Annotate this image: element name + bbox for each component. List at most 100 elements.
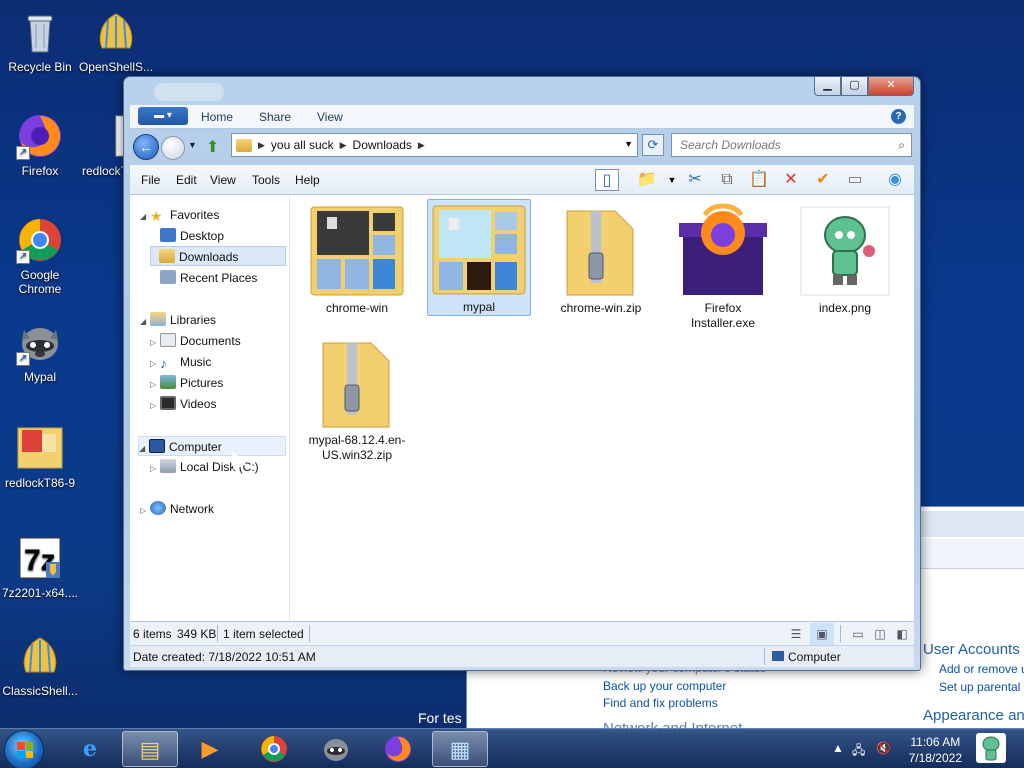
file-item-index-png[interactable]: index.png: [793, 201, 897, 316]
breadcrumb-separator-icon[interactable]: ▶: [258, 140, 265, 151]
back-button[interactable]: ←: [133, 134, 159, 160]
taskbar-internet-explorer[interactable]: e: [62, 731, 118, 767]
refresh-button[interactable]: ⟳: [642, 134, 664, 156]
classic-shell-icon[interactable]: ◉: [883, 169, 907, 191]
address-dropdown-icon[interactable]: ▼: [624, 139, 633, 149]
layout-details-pane-icon[interactable]: ◧: [890, 623, 914, 645]
app-menu-button[interactable]: ▬ ▾: [138, 107, 188, 125]
taskbar-chrome[interactable]: [246, 731, 302, 767]
cp-link-add-remove-users[interactable]: Add or remove u: [939, 662, 1024, 676]
file-item-mypal[interactable]: mypal: [427, 199, 531, 316]
desktop-icon-classicshell[interactable]: ClassicShell...: [0, 632, 80, 698]
search-input[interactable]: Search Downloads ⌕: [671, 133, 912, 157]
desktop-icon-firefox[interactable]: ↗ Firefox: [0, 112, 80, 178]
quick-access-toolbar[interactable]: [154, 83, 224, 101]
desktop-icon-mypal[interactable]: ↗ Mypal: [0, 318, 80, 384]
collapse-arrow-icon[interactable]: ◢: [139, 439, 149, 459]
tab-view[interactable]: View: [317, 110, 343, 124]
cp-heading-appearance[interactable]: Appearance an: [923, 707, 1024, 724]
expand-arrow-icon[interactable]: ▷: [150, 396, 160, 416]
expand-arrow-icon[interactable]: ▷: [150, 333, 160, 353]
cp-link-parental-controls[interactable]: Set up parental c: [939, 680, 1024, 694]
breadcrumb-downloads[interactable]: Downloads: [353, 138, 412, 152]
tree-computer[interactable]: ◢ Computer: [138, 436, 286, 456]
tree-pictures[interactable]: ▷ Pictures: [150, 373, 223, 393]
breadcrumb-separator-icon[interactable]: ▶: [340, 140, 347, 151]
desktop-icon-recycle-bin[interactable]: Recycle Bin: [0, 8, 80, 74]
help-icon[interactable]: ?: [891, 109, 906, 124]
desktop-icon-openshell[interactable]: OpenShellS...: [76, 8, 156, 74]
menu-file[interactable]: File: [141, 173, 160, 187]
navigation-pane[interactable]: ◢ ★ Favorites Desktop Downloads Recent Pla…: [130, 195, 290, 621]
preview-pane-icon[interactable]: ▯: [595, 169, 619, 191]
forward-button[interactable]: [161, 136, 185, 160]
tree-downloads[interactable]: Downloads: [150, 246, 286, 266]
desktop-icon-redlock-folder[interactable]: redlockT86-9: [0, 424, 80, 490]
collapse-arrow-icon[interactable]: ◢: [140, 207, 150, 227]
minimize-button[interactable]: ▁: [814, 77, 841, 96]
search-icon[interactable]: ⌕: [898, 138, 905, 153]
recent-pages-dropdown-icon[interactable]: ▼: [188, 140, 197, 150]
system-clock[interactable]: 11:06 AM 7/18/2022: [909, 734, 962, 766]
menu-edit[interactable]: Edit: [176, 173, 197, 187]
taskbar-media-player[interactable]: ▶: [182, 731, 238, 767]
delete-icon[interactable]: ✕: [779, 169, 803, 191]
layout-single-pane-icon[interactable]: ▭: [846, 623, 870, 645]
desktop-icon-7zip[interactable]: 7z 7z2201-x64....: [0, 534, 80, 600]
address-bar[interactable]: ▶ you all suck ▶ Downloads ▶ ▼: [231, 133, 638, 157]
background-address-bar[interactable]: [917, 511, 1024, 537]
expand-arrow-icon[interactable]: ▷: [140, 501, 150, 521]
tree-recent-places[interactable]: Recent Places: [160, 268, 257, 288]
desktop-icon-chrome[interactable]: ↗ Google Chrome: [0, 216, 80, 296]
taskbar-mypal[interactable]: [308, 731, 364, 767]
expand-arrow-icon[interactable]: ▷: [150, 375, 160, 395]
tree-videos[interactable]: ▷ Videos: [150, 394, 216, 414]
folder-options-dropdown-icon[interactable]: ▼: [660, 169, 684, 191]
rename-icon[interactable]: ▭: [843, 169, 867, 191]
network-tray-icon[interactable]: 🖧: [852, 741, 865, 762]
breadcrumb-separator-icon[interactable]: ▶: [418, 140, 425, 151]
taskbar-firefox[interactable]: [370, 731, 426, 767]
close-button[interactable]: ✕: [868, 77, 914, 96]
layout-preview-pane-icon[interactable]: ◫: [868, 623, 892, 645]
menu-help[interactable]: Help: [295, 173, 320, 187]
tree-libraries[interactable]: ◢ Libraries: [140, 310, 216, 330]
cut-icon[interactable]: ✂: [683, 169, 707, 191]
breadcrumb-user[interactable]: you all suck: [271, 138, 334, 152]
tab-share[interactable]: Share: [259, 110, 291, 124]
menu-tools[interactable]: Tools: [252, 173, 280, 187]
volume-muted-icon[interactable]: 🔇: [876, 741, 891, 755]
user-tray-icon[interactable]: [976, 733, 1006, 763]
file-item-mypal-zip[interactable]: mypal-68.12.4.en-US.win32.zip: [305, 333, 409, 463]
start-button[interactable]: [4, 730, 44, 768]
cp-link-find-fix[interactable]: Find and fix problems: [603, 696, 718, 710]
file-item-chrome-win[interactable]: chrome-win: [305, 201, 409, 316]
cp-link-backup[interactable]: Back up your computer: [603, 679, 726, 693]
copy-icon[interactable]: ⧉: [715, 169, 739, 191]
file-list[interactable]: chrome-win mypal chrome-win.zip Firefox …: [291, 195, 914, 621]
collapse-arrow-icon[interactable]: ◢: [140, 312, 150, 332]
tree-desktop[interactable]: Desktop: [160, 226, 224, 246]
tree-documents[interactable]: ▷ Documents: [150, 331, 241, 351]
up-folder-icon[interactable]: ⬆: [206, 137, 219, 157]
tab-home[interactable]: Home: [201, 110, 233, 124]
maximize-button[interactable]: ▢: [841, 77, 868, 96]
taskbar-control-panel[interactable]: ▦: [432, 731, 488, 767]
explorer-window[interactable]: ▁ ▢ ✕ ▬ ▾ Home Share View ? ← ▼ ⬆ ▶ you …: [123, 76, 921, 671]
file-item-firefox-installer[interactable]: Firefox Installer.exe: [671, 201, 775, 331]
menu-view[interactable]: View: [210, 173, 236, 187]
file-item-chrome-win-zip[interactable]: chrome-win.zip: [549, 201, 653, 316]
tree-network[interactable]: ▷ Network: [140, 499, 214, 519]
folder-options-icon[interactable]: 📁: [635, 169, 659, 191]
tree-favorites[interactable]: ◢ ★ Favorites: [140, 205, 219, 225]
thumbnails-view-icon[interactable]: ▣: [810, 623, 834, 645]
details-view-icon[interactable]: ☰: [784, 623, 808, 645]
properties-check-icon[interactable]: ✔: [811, 169, 835, 191]
cp-heading-user-accounts[interactable]: User Accounts: [923, 641, 1020, 658]
expand-arrow-icon[interactable]: ▷: [150, 459, 160, 479]
paste-icon[interactable]: 📋: [747, 169, 771, 191]
expand-arrow-icon[interactable]: ▷: [150, 354, 160, 374]
show-hidden-icons-icon[interactable]: ▲: [832, 741, 844, 755]
taskbar-file-explorer[interactable]: ▤: [122, 731, 178, 767]
tree-music[interactable]: ▷ ♪ Music: [150, 352, 211, 372]
